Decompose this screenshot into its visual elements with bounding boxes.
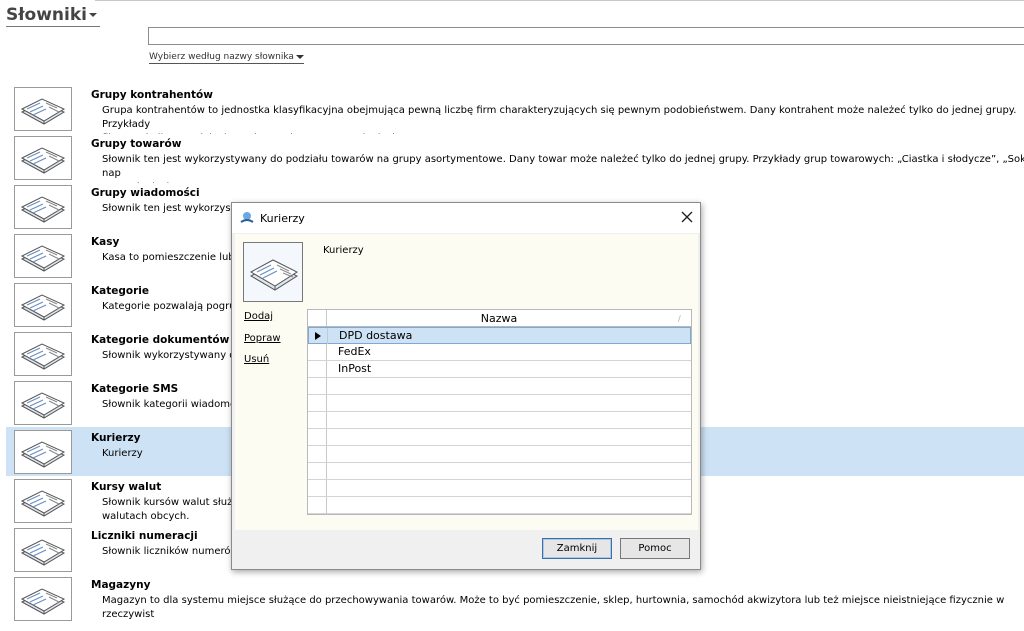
row-indicator xyxy=(308,480,327,496)
top-divider xyxy=(95,0,1024,1)
dictionary-name: Kategorie xyxy=(91,285,149,297)
dictionary-name: Kasy xyxy=(91,236,120,248)
empty-table-row[interactable] xyxy=(308,395,691,412)
help-button[interactable]: Pomoc xyxy=(620,538,690,559)
search-input[interactable] xyxy=(148,27,1024,45)
book-icon xyxy=(14,528,72,572)
dictionary-description: Magazyn to dla systemu miejsce służące d… xyxy=(102,595,1005,620)
empty-table-row[interactable] xyxy=(308,463,691,480)
dialog-title: Kurierzy xyxy=(260,212,305,225)
dictionary-name: Grupy kontrahentów xyxy=(91,89,213,101)
book-icon xyxy=(14,87,72,131)
add-button[interactable]: Dodaj xyxy=(244,311,273,322)
dictionary-name: Kurierzy xyxy=(91,432,141,444)
couriers-grid: Nazwa ∕ DPD dostawa FedEx InPost xyxy=(307,309,692,515)
dictionaries-page: Słowniki Wybierz według nazwy słownika G… xyxy=(0,0,1024,631)
empty-table-row[interactable] xyxy=(308,429,691,446)
row-indicator xyxy=(308,344,327,360)
courier-name-cell: InPost xyxy=(338,362,372,375)
book-icon xyxy=(14,381,72,425)
current-row-arrow-icon xyxy=(315,332,321,340)
empty-table-row[interactable] xyxy=(308,480,691,497)
dialog-body: Kurierzy Dodaj Popraw Usuń Nazwa ∕ DPD d… xyxy=(235,234,698,530)
list-item[interactable]: Grupy kontrahentów Grupa kontrahentów to … xyxy=(6,84,1024,134)
courier-name-cell: FedEx xyxy=(338,345,371,358)
row-indicator xyxy=(308,446,327,462)
filter-dropdown[interactable]: Wybierz według nazwy słownika xyxy=(149,52,304,64)
sort-icon: ∕ xyxy=(678,314,681,323)
book-icon xyxy=(243,242,303,302)
chevron-down-icon xyxy=(89,13,97,17)
book-icon xyxy=(14,430,72,474)
page-title: Słowniki xyxy=(6,5,87,25)
column-header-name[interactable]: Nazwa xyxy=(328,312,670,325)
book-icon xyxy=(14,234,72,278)
table-row[interactable]: InPost xyxy=(308,361,691,378)
filter-label: Wybierz według nazwy słownika xyxy=(149,52,294,62)
dictionary-name: Kategorie SMS xyxy=(91,383,179,395)
row-indicator xyxy=(308,497,327,513)
grid-header: Nazwa ∕ xyxy=(308,310,691,327)
app-logo-icon xyxy=(240,212,254,223)
edit-button[interactable]: Popraw xyxy=(244,333,281,344)
row-indicator xyxy=(308,463,327,479)
table-row[interactable]: FedEx xyxy=(308,344,691,361)
empty-table-row[interactable] xyxy=(308,378,691,395)
row-indicator xyxy=(308,429,327,445)
row-indicator xyxy=(308,378,327,394)
book-icon xyxy=(14,332,72,376)
dialog-header-label: Kurierzy xyxy=(323,245,364,256)
row-indicator xyxy=(309,328,328,344)
book-icon xyxy=(14,577,72,621)
book-icon xyxy=(14,185,72,229)
list-item[interactable]: Grupy towarów Słownik ten jest wykorzysty… xyxy=(6,133,1024,183)
row-indicator xyxy=(308,361,327,377)
dictionary-name: Grupy towarów xyxy=(91,138,182,150)
dictionary-description: Grupa kontrahentów to jednostka klasyfik… xyxy=(102,105,1017,134)
book-icon xyxy=(14,283,72,327)
courier-name-cell: DPD dostawa xyxy=(339,329,413,342)
empty-table-row[interactable] xyxy=(308,412,691,429)
delete-button[interactable]: Usuń xyxy=(244,354,269,365)
empty-table-row[interactable] xyxy=(308,446,691,463)
empty-table-row[interactable] xyxy=(308,497,691,514)
book-icon xyxy=(14,136,72,180)
dictionary-description: Słownik ten jest wykorzystywany do podzi… xyxy=(102,154,1024,183)
dictionary-name: Kursy walut xyxy=(91,481,162,493)
grid-corner xyxy=(308,310,327,326)
row-indicator xyxy=(308,395,327,411)
table-row[interactable]: DPD dostawa xyxy=(308,327,691,344)
dictionary-name: Grupy wiadomości xyxy=(91,187,200,199)
page-title-menu[interactable]: Słowniki xyxy=(6,5,100,27)
dictionary-name: Magazyny xyxy=(91,579,151,591)
row-indicator xyxy=(308,412,327,428)
dictionary-name: Liczniki numeracji xyxy=(91,530,198,542)
chevron-down-icon xyxy=(295,54,304,59)
book-icon xyxy=(14,479,72,523)
close-icon[interactable] xyxy=(679,209,695,225)
close-button[interactable]: Zamknij xyxy=(542,538,612,559)
list-item[interactable]: Magazyny Magazyn to dla systemu miejsce s… xyxy=(6,574,1024,623)
dialog-titlebar[interactable]: Kurierzy xyxy=(232,203,700,233)
couriers-dialog: Kurierzy Kurierzy Dodaj Popraw Usuń Nazw… xyxy=(231,202,701,570)
